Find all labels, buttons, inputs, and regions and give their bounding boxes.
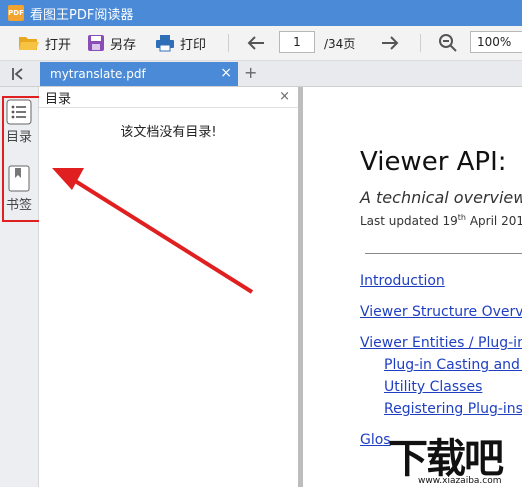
page-number-input[interactable]: 1 (279, 31, 315, 53)
folder-icon (19, 37, 39, 50)
updated-sup: th (457, 213, 467, 222)
annotation-highlight-box (2, 96, 44, 222)
app-title: 看图王PDF阅读器 (30, 7, 134, 23)
panel-header: 目录 × (39, 87, 298, 108)
toolbar: 打开 另存 打印 (0, 26, 522, 61)
zoom-input[interactable]: 100% (470, 31, 522, 53)
save-icon (88, 35, 104, 51)
tab-mytranslate[interactable]: mytranslate.pdf × (40, 62, 238, 86)
panel-title: 目录 (45, 91, 72, 107)
link-utility[interactable]: Utility Classes (384, 379, 482, 395)
collapse-left-icon (12, 68, 23, 80)
tab-label: mytranslate.pdf (50, 67, 146, 81)
collapse-sidebar-button[interactable] (8, 64, 28, 84)
title-bar: PDF 看图王PDF阅读器 (0, 0, 522, 26)
document-subtitle: A technical overview (360, 188, 522, 207)
arrow-right-icon (382, 36, 399, 50)
previous-page-button[interactable] (246, 26, 266, 60)
tab-bar: mytranslate.pdf × + (0, 61, 522, 87)
watermark-logo: 下载吧 www.xiazaiba.com (388, 426, 522, 487)
link-glossary[interactable]: Glos (360, 432, 391, 448)
updated-prefix: Last updated 19 (360, 214, 458, 228)
arrow-left-icon (247, 36, 264, 50)
toc-panel: 目录 × 该文档没有目录! (39, 87, 299, 487)
print-label: 打印 (180, 37, 207, 53)
open-button[interactable]: 打开 (18, 26, 71, 60)
link-introduction[interactable]: Introduction (360, 273, 445, 289)
tab-close-icon[interactable]: × (220, 65, 232, 81)
empty-toc-message: 该文档没有目录! (120, 125, 217, 140)
new-tab-icon[interactable]: + (244, 63, 257, 82)
next-page-button[interactable] (380, 26, 400, 60)
save-as-label: 另存 (110, 37, 137, 53)
link-structure[interactable]: Viewer Structure Overvie (360, 304, 522, 320)
link-entities[interactable]: Viewer Entities / Plug-ins (360, 335, 522, 351)
toolbar-divider (420, 34, 421, 52)
panel-close-icon[interactable]: × (279, 89, 290, 104)
printer-icon (156, 35, 174, 52)
document-updated: Last updated 19th April 2018 (360, 213, 522, 228)
updated-suffix: April 2018 (469, 214, 522, 228)
open-label: 打开 (45, 37, 72, 53)
save-as-button[interactable]: 另存 (87, 26, 136, 60)
print-button[interactable]: 打印 (155, 26, 206, 60)
toolbar-divider (228, 34, 229, 52)
zoom-out-button[interactable] (438, 26, 458, 60)
app-logo-icon: PDF (8, 5, 24, 21)
page-total: /34页 (324, 36, 356, 51)
zoom-out-icon (439, 34, 457, 52)
link-casting[interactable]: Plug-in Casting and c (384, 357, 522, 373)
watermark-url: www.xiazaiba.com (418, 476, 502, 486)
document-divider (365, 253, 522, 254)
link-registering[interactable]: Registering Plug-ins (384, 401, 522, 417)
document-heading: Viewer API: (360, 147, 507, 177)
